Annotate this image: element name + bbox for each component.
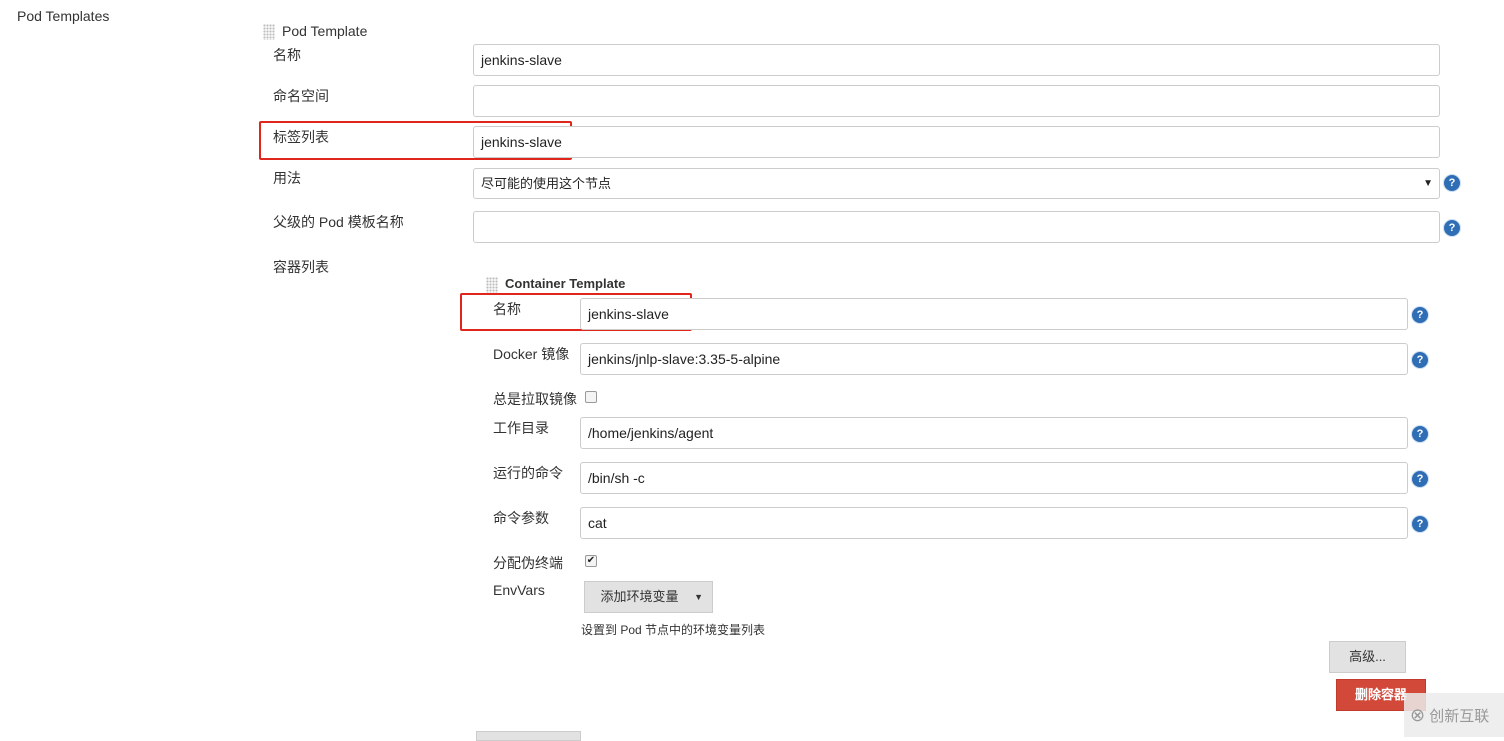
tty-label: 分配伪终端 bbox=[493, 555, 563, 571]
image-label: Docker 镜像 bbox=[493, 346, 570, 362]
usage-value: 尽可能的使用这个节点 bbox=[481, 176, 612, 191]
workdir-label: 工作目录 bbox=[493, 420, 549, 436]
pod-name-input[interactable]: jenkins-slave bbox=[473, 44, 1440, 76]
caret-down-icon: ▼ bbox=[694, 592, 703, 602]
check-icon: ✔ bbox=[586, 555, 596, 566]
help-icon[interactable]: ? bbox=[1412, 471, 1428, 487]
args-label: 命令参数 bbox=[493, 510, 549, 526]
section-title: Pod Templates bbox=[17, 8, 110, 24]
labels-label: 标签列表 bbox=[273, 129, 329, 145]
drag-handle[interactable] bbox=[486, 277, 498, 293]
advanced-button[interactable]: 高级... bbox=[1329, 641, 1406, 673]
command-input[interactable]: /bin/sh -c bbox=[580, 462, 1408, 494]
help-icon[interactable]: ? bbox=[1412, 516, 1428, 532]
usage-select[interactable]: 尽可能的使用这个节点 ▼ bbox=[473, 168, 1440, 199]
drag-handle[interactable] bbox=[263, 24, 275, 40]
help-icon[interactable]: ? bbox=[1444, 175, 1460, 191]
namespace-label: 命名空间 bbox=[273, 88, 329, 104]
image-input[interactable]: jenkins/jnlp-slave:3.35-5-alpine bbox=[580, 343, 1408, 375]
parent-input[interactable] bbox=[473, 211, 1440, 243]
help-icon[interactable]: ? bbox=[1412, 307, 1428, 323]
pod-name-label: 名称 bbox=[273, 47, 301, 63]
help-icon[interactable]: ? bbox=[1444, 220, 1460, 236]
partial-button[interactable] bbox=[476, 731, 581, 741]
pull-label: 总是拉取镜像 bbox=[493, 391, 577, 407]
workdir-input[interactable]: /home/jenkins/agent bbox=[580, 417, 1408, 449]
watermark-logo-icon: ⊗ bbox=[1410, 705, 1426, 725]
namespace-input[interactable] bbox=[473, 85, 1440, 117]
args-input[interactable]: cat bbox=[580, 507, 1408, 539]
help-icon[interactable]: ? bbox=[1412, 352, 1428, 368]
add-env-button[interactable]: 添加环境变量 ▼ bbox=[584, 581, 713, 613]
watermark: ⊗ 创新互联 bbox=[1404, 693, 1504, 737]
usage-label: 用法 bbox=[273, 170, 301, 186]
pull-checkbox[interactable] bbox=[585, 391, 597, 403]
help-icon[interactable]: ? bbox=[1412, 426, 1428, 442]
command-label: 运行的命令 bbox=[493, 465, 563, 481]
envvars-help-text: 设置到 Pod 节点中的环境变量列表 bbox=[581, 623, 766, 637]
watermark-text: 创新互联 bbox=[1429, 708, 1490, 725]
labels-input[interactable]: jenkins-slave bbox=[473, 126, 1440, 158]
container-name-label: 名称 bbox=[493, 301, 521, 317]
chevron-down-icon: ▼ bbox=[1423, 178, 1433, 189]
parent-label: 父级的 Pod 模板名称 bbox=[273, 214, 404, 230]
tty-checkbox[interactable]: ✔ bbox=[585, 555, 597, 567]
add-env-label: 添加环境变量 bbox=[600, 589, 679, 604]
container-name-input[interactable]: jenkins-slave bbox=[580, 298, 1408, 330]
pod-template-heading: Pod Template bbox=[282, 23, 368, 39]
containers-label: 容器列表 bbox=[273, 259, 329, 275]
envvars-label: EnvVars bbox=[493, 582, 545, 598]
container-template-heading: Container Template bbox=[505, 276, 626, 291]
